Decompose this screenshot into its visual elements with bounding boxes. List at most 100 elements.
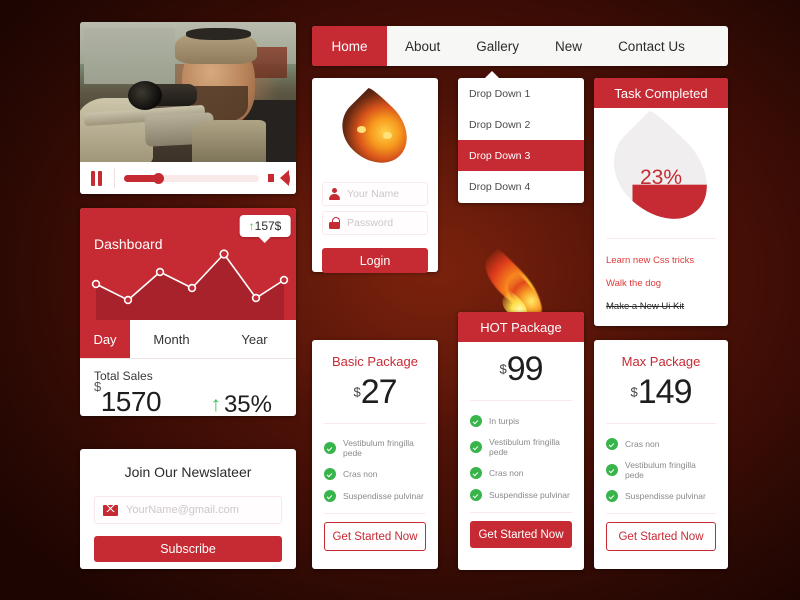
change-indicator: ↑ 35% — [210, 391, 282, 417]
check-icon — [470, 441, 482, 453]
basic-package-card: Basic Package $27 Vestibulum fringilla p… — [312, 340, 438, 569]
dropdown-item-4[interactable]: Drop Down 4 — [458, 171, 584, 202]
basic-feature-list: Vestibulum fringilla pede Cras non Suspe… — [312, 424, 438, 513]
chart-tooltip: ↑157$ — [239, 215, 291, 243]
list-item: Vestibulum fringilla pede — [470, 432, 572, 462]
change-percent: 35% — [223, 390, 272, 417]
username-field[interactable]: Your Name — [322, 182, 428, 206]
hot-feature-list: In turpis Vestibulum fringilla pede Cras… — [458, 401, 584, 512]
task-item[interactable]: Learn new Css tricks — [606, 249, 716, 272]
login-card: Your Name Password Login — [312, 78, 438, 273]
login-button[interactable]: Login — [322, 248, 428, 273]
dropdown-menu: Drop Down 1 Drop Down 2 Drop Down 3 Drop… — [458, 71, 584, 203]
check-icon — [470, 489, 482, 501]
nav-item-gallery[interactable]: Gallery — [458, 26, 537, 66]
feature-label: Suspendisse pulvinar — [489, 490, 570, 500]
feature-label: Suspendisse pulvinar — [343, 491, 424, 501]
newsletter-email-field[interactable]: YourName@gmail.com — [94, 496, 282, 524]
pause-icon[interactable] — [88, 170, 105, 186]
task-item[interactable]: Make a New Ui Kit — [606, 295, 716, 318]
subscribe-button[interactable]: Subscribe — [94, 536, 282, 562]
feature-label: In turpis — [489, 416, 520, 426]
nav-item-home[interactable]: Home — [312, 26, 387, 66]
flame-avatar-icon — [329, 85, 421, 177]
check-icon — [324, 442, 336, 454]
tab-day[interactable]: Day — [80, 320, 130, 358]
check-icon — [324, 468, 336, 480]
check-icon — [470, 467, 482, 479]
password-placeholder: Password — [347, 217, 394, 229]
feature-label: Vestibulum fringilla pede — [625, 460, 696, 480]
basic-package-price: $27 — [312, 369, 438, 423]
dashboard-chart-area: Dashboard ↑157$ — [80, 208, 296, 320]
hot-package-card: HOT Package $99 In turpis Vestibulum fri… — [458, 312, 584, 570]
feature-label: Cras non — [343, 469, 378, 479]
video-thumbnail[interactable] — [80, 22, 296, 162]
check-icon — [324, 490, 336, 502]
tooltip-value: 157$ — [254, 219, 282, 233]
thumb-wall — [84, 27, 176, 84]
task-gauge: 23% — [594, 107, 728, 239]
newsletter-title: Join Our Newslateer — [124, 464, 252, 480]
sales-amount: 1570 — [100, 386, 162, 416]
nav-item-about[interactable]: About — [387, 26, 458, 66]
dropdown-item-2[interactable]: Drop Down 2 — [458, 109, 584, 140]
username-placeholder: Your Name — [347, 188, 400, 200]
total-sales-value: $1570 — [94, 379, 162, 416]
feature-label: Suspendisse pulvinar — [625, 491, 706, 501]
list-item: Vestibulum fringilla pede — [324, 433, 426, 463]
list-item: Suspendisse pulvinar — [606, 485, 716, 507]
basic-get-started-button[interactable]: Get Started Now — [324, 522, 426, 551]
list-item: Cras non — [606, 433, 716, 455]
list-item: Vestibulum fringilla pede — [606, 455, 716, 485]
thumb-sunglasses — [185, 27, 251, 41]
max-feature-list: Cras non Vestibulum fringilla pede Suspe… — [594, 424, 728, 513]
list-item: Cras non — [324, 463, 426, 485]
list-item: In turpis — [470, 410, 572, 432]
envelope-icon — [103, 504, 118, 516]
progress-handle[interactable] — [152, 173, 164, 184]
currency-symbol: $ — [353, 384, 361, 400]
video-controls — [80, 162, 296, 194]
price-amount: 27 — [360, 373, 398, 411]
max-get-started-button[interactable]: Get Started Now — [606, 522, 716, 551]
task-card-header: Task Completed — [594, 78, 728, 108]
nav-item-contact-us[interactable]: Contact Us — [600, 26, 703, 66]
tab-year[interactable]: Year — [213, 320, 296, 358]
task-percent-label: 23% — [639, 166, 683, 189]
dropdown-item-3[interactable]: Drop Down 3 — [458, 140, 584, 171]
price-amount: 99 — [506, 350, 544, 388]
nav-item-new[interactable]: New — [537, 26, 600, 66]
task-completed-card: Task Completed 23% Learn new Css tricks … — [594, 78, 728, 326]
newsletter-email-placeholder: YourName@gmail.com — [126, 504, 239, 516]
controls-divider — [114, 168, 115, 188]
video-progress-slider[interactable] — [124, 173, 259, 184]
password-field[interactable]: Password — [322, 211, 428, 235]
navigation-bar: Home About Gallery New Contact Us — [312, 26, 728, 66]
check-icon — [606, 490, 618, 502]
list-item: Suspendisse pulvinar — [324, 485, 426, 507]
list-item: Cras non — [470, 462, 572, 484]
hot-get-started-button[interactable]: Get Started Now — [470, 521, 572, 548]
total-sales-label: Total Sales — [94, 369, 153, 383]
max-package-price: $149 — [594, 369, 728, 423]
user-icon — [329, 188, 340, 200]
dropdown-item-1[interactable]: Drop Down 1 — [458, 78, 584, 109]
thumb-scope-lens — [127, 80, 163, 111]
price-amount: 149 — [637, 373, 693, 411]
newsletter-card: Join Our Newslateer YourName@gmail.com S… — [80, 449, 296, 569]
task-item[interactable]: Walk the dog — [606, 272, 716, 295]
tab-month[interactable]: Month — [130, 320, 213, 358]
speaker-icon[interactable] — [268, 170, 290, 187]
lock-icon — [329, 217, 340, 229]
max-package-title: Max Package — [621, 354, 701, 369]
dashboard-summary: Total Sales $1570 ↑ 35% — [80, 359, 296, 416]
hot-package-price: $99 — [458, 342, 584, 400]
divider — [606, 513, 716, 514]
thumb-arm — [192, 120, 266, 162]
task-list: Learn new Css tricks Walk the dog Make a… — [594, 239, 728, 318]
check-icon — [470, 415, 482, 427]
feature-label: Cras non — [489, 468, 524, 478]
basic-package-title: Basic Package — [332, 354, 418, 369]
feature-label: Vestibulum fringilla pede — [343, 438, 414, 458]
